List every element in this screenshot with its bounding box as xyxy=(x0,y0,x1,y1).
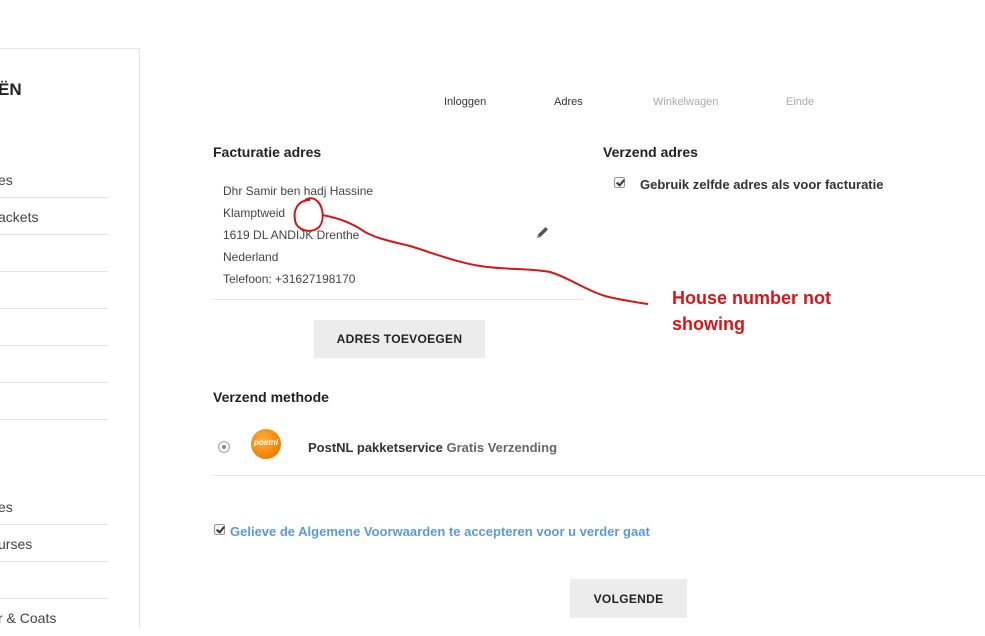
annotation-text: House number not showing xyxy=(672,288,832,334)
